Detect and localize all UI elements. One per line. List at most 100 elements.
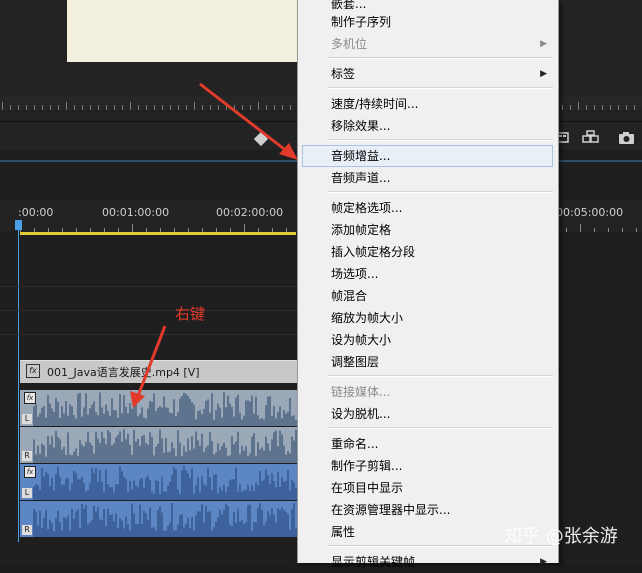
audio-clip-a1-left[interactable]: fx L (20, 390, 297, 426)
ruler-tick (34, 105, 35, 110)
audio-clip-a2-right[interactable]: R (20, 501, 297, 537)
ruler-tick (42, 105, 43, 110)
menu-item-insert-frame-hold-segment[interactable]: 插入帧定格分段 (302, 241, 553, 263)
ruler-tick (114, 105, 115, 110)
playhead-line[interactable] (18, 222, 19, 542)
ruler-tick (66, 102, 67, 110)
menu-item-label: 制作子序列 (331, 15, 392, 29)
menu-item-set-to-frame-size[interactable]: 设为帧大小 (302, 329, 553, 351)
audio-clip-a2-left[interactable]: fx L (20, 464, 297, 500)
video-clip[interactable]: fx 001_Java语言发展史.mp4 [V] (20, 360, 297, 383)
ruler-tick (186, 105, 187, 110)
ruler-tick (50, 105, 51, 110)
ruler-tick (242, 105, 243, 110)
menu-item-field-options[interactable]: 场选项... (302, 263, 553, 285)
ruler-tick (90, 105, 91, 110)
ruler-tick (194, 102, 195, 110)
ruler-tick (210, 105, 211, 110)
menu-item-make-subclip[interactable]: 制作子剪辑... (302, 455, 553, 477)
menu-item-label[interactable]: 标签 ▶ (302, 63, 553, 85)
ruler-tick (594, 228, 595, 232)
audio-waveform (33, 429, 297, 463)
ruler-tick (290, 105, 291, 110)
menu-item-reveal-in-explorer[interactable]: 在资源管理器中显示... (302, 499, 553, 521)
menu-item-label: 帧混合 (331, 289, 368, 303)
triangle-right-icon: ▶ (540, 39, 547, 49)
fx-badge: fx (26, 364, 40, 378)
fx-badge: fx (24, 392, 36, 404)
menu-item-label: 移除效果... (331, 119, 391, 133)
menu-item-remove-effects[interactable]: 移除效果... (302, 115, 553, 137)
context-menu: 嵌套... 制作子序列 多机位 ▶ 标签 ▶ 速度/持续时间... 移除效果... 音频增益..… (297, 0, 559, 569)
menu-item-label: 帧定格选项... (331, 201, 403, 215)
menu-separator (328, 375, 553, 377)
channel-badge-left: L (22, 488, 32, 498)
ruler-tick (234, 105, 235, 110)
menu-item-show-clip-keyframes[interactable]: 显示剪辑关键帧 ▶ (302, 551, 553, 573)
menu-item-frame-hold-options[interactable]: 帧定格选项... (302, 197, 553, 219)
work-area-bar[interactable] (20, 232, 296, 235)
ruler-tick (618, 105, 619, 110)
ruler-tick (636, 228, 637, 232)
menu-item-multi-camera: 多机位 ▶ (302, 33, 553, 55)
ruler-tick (122, 105, 123, 110)
menu-item-label: 插入帧定格分段 (331, 245, 416, 259)
menu-item-label: 重命名... (331, 437, 379, 451)
track-divider (0, 310, 300, 311)
triangle-right-icon: ▶ (540, 69, 547, 79)
menu-item-speed-duration[interactable]: 速度/持续时间... (302, 93, 553, 115)
menu-item-make-offline[interactable]: 设为脱机... (302, 403, 553, 425)
ruler-tick (610, 105, 611, 110)
menu-separator (328, 191, 553, 193)
menu-separator (328, 57, 553, 59)
channel-badge-left: L (22, 414, 32, 424)
ruler-tick (594, 105, 595, 110)
menu-item-label: 添加帧定格 (331, 223, 392, 237)
audio-waveform (33, 392, 297, 426)
ruler-tick (170, 105, 171, 110)
ruler-tick (154, 105, 155, 110)
menu-item-label: 场选项... (331, 267, 379, 281)
watermark: 知乎 @张余游 (504, 526, 618, 547)
menu-item-audio-gain[interactable]: 音频增益... (302, 145, 553, 167)
menu-item-audio-channels[interactable]: 音频声道... (302, 167, 553, 189)
menu-item-label: 在资源管理器中显示... (331, 503, 451, 517)
multi-camera-icon[interactable] (580, 130, 602, 148)
menu-item-label: 在项目中显示 (331, 481, 404, 495)
ruler-tick (226, 105, 227, 110)
ruler-tick (58, 105, 59, 110)
channel-badge-right: R (22, 451, 32, 461)
ruler-tick (132, 224, 133, 232)
menu-item-label: 标签 (331, 67, 356, 81)
fx-badge: fx (24, 466, 36, 478)
timecode-2: 00:02:00:00 (216, 206, 284, 219)
menu-item-make-subsequence[interactable]: 制作子序列 (302, 11, 553, 33)
ruler-tick (566, 228, 567, 232)
monitor-toolbar (552, 130, 642, 150)
ruler-tick (608, 228, 609, 232)
triangle-right-icon: ▶ (540, 557, 547, 567)
playhead-handle[interactable] (15, 220, 22, 230)
menu-item-frame-blend[interactable]: 帧混合 (302, 285, 553, 307)
camera-icon[interactable] (616, 130, 638, 148)
ruler-tick (570, 105, 571, 110)
menu-item-label: 显示剪辑关键帧 (331, 555, 416, 569)
menu-item-reveal-in-project[interactable]: 在项目中显示 (302, 477, 553, 499)
ruler-tick (622, 228, 623, 232)
audio-clip-a1-right[interactable]: R (20, 427, 297, 463)
menu-item-link-media: 链接媒体... (302, 381, 553, 403)
ruler-tick (202, 105, 203, 110)
ruler-tick (602, 105, 603, 110)
channel-badge-right: R (22, 525, 32, 535)
audio-waveform (33, 503, 297, 537)
menu-item-rename[interactable]: 重命名... (302, 433, 553, 455)
menu-item-label: 音频声道... (331, 171, 391, 185)
video-preview-frame (67, 0, 307, 62)
ruler-tick (74, 105, 75, 110)
menu-item-add-frame-hold[interactable]: 添加帧定格 (302, 219, 553, 241)
ruler-tick (138, 105, 139, 110)
menu-item-scale-to-frame-size[interactable]: 缩放为帧大小 (302, 307, 553, 329)
menu-item-label: 缩放为帧大小 (331, 311, 404, 325)
menu-item-adjustment-layer[interactable]: 调整图层 (302, 351, 553, 373)
ruler-tick (106, 105, 107, 110)
